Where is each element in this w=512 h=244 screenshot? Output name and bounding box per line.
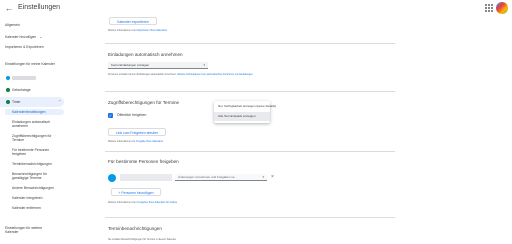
- sidebar-calendar-primary[interactable]: [0, 73, 64, 83]
- divider: [105, 91, 395, 92]
- access-note: Weitere Informationen zur Freigabe Ihres…: [108, 140, 163, 143]
- sidebar-sub-access-permissions[interactable]: Zugriffsberechtigungen für Termine: [12, 134, 64, 142]
- sidebar-sub-share-specific[interactable]: Für bestimmte Personen freigeben: [12, 148, 64, 156]
- back-arrow-icon[interactable]: ←: [4, 3, 14, 13]
- auto-accept-note-link[interactable]: Weitere Informationen zum automatischen …: [177, 73, 252, 76]
- sidebar-sub-auto-accept[interactable]: Einladungen automatisch annehmen: [12, 120, 64, 128]
- menu-item-free-busy[interactable]: Nur Verfügbarkeit anzeigen (keine Detail…: [214, 102, 276, 111]
- auto-accept-value: Keine Einladungen anzeigen: [111, 63, 150, 67]
- sidebar-item-import-export[interactable]: Importieren & Exportieren: [5, 45, 44, 49]
- calendar-name-redacted: [12, 76, 36, 80]
- share-permission-value: Änderungen vornehmen und Freigaben ve...: [178, 175, 237, 179]
- calendar-name: Timer: [12, 100, 21, 104]
- auto-accept-note-text: Personen einladen können Einladungen aut…: [108, 73, 177, 76]
- shared-person-redacted: [120, 174, 172, 181]
- share-note-text: Weitere Informationen zum: [108, 201, 137, 204]
- my-calendars-heading: Einstellungen für meine Kalender: [5, 62, 55, 66]
- avatar[interactable]: [496, 2, 508, 14]
- get-share-link-button[interactable]: Link zum Freigeben abrufen: [108, 128, 166, 136]
- auto-accept-heading: Einladungen automatisch annehmen: [108, 52, 183, 57]
- export-calendar-button[interactable]: Kalender exportieren: [109, 17, 157, 25]
- sidebar-calendar-timer[interactable]: Timer ⌃: [0, 97, 64, 107]
- calendar-color-dot: [6, 100, 10, 104]
- sidebar-sub-allday-notifications[interactable]: Benachrichtigungen für ganztägige Termin…: [12, 172, 64, 180]
- divider: [105, 217, 395, 218]
- sidebar-sub-calendar-settings[interactable]: Kalendereinstellungen: [5, 109, 64, 115]
- sidebar-sub-event-notifications[interactable]: Terminbenachrichtigungen: [12, 162, 64, 166]
- divider: [105, 43, 395, 44]
- sidebar-calendar-birthdays[interactable]: Geburtstage: [0, 85, 64, 95]
- chevron-down-icon[interactable]: ⌄: [39, 35, 42, 39]
- public-label: Öffentlich freigeben: [117, 113, 147, 117]
- auto-accept-select[interactable]: Keine Einladungen anzeigen ▾: [108, 62, 208, 69]
- share-note-link[interactable]: Freigeben Ihres Kalenders für andere: [137, 201, 177, 204]
- share-permission-select[interactable]: Änderungen vornehmen und Freigaben ve...…: [175, 174, 267, 181]
- export-note: Weitere Informationen zum Exportieren Ih…: [108, 29, 167, 32]
- export-note-text: Weitere Informationen zum: [108, 29, 137, 32]
- notifications-note: Sie erhalten Benachrichtigungen für Term…: [108, 238, 177, 241]
- sidebar: Allgemein Kalender hinzufügen ⌄ Importie…: [0, 16, 64, 244]
- settings-main: Kalender exportieren Weitere Information…: [105, 16, 395, 244]
- access-level-menu: Nur Verfügbarkeit anzeigen (keine Detail…: [214, 101, 276, 123]
- calendar-color-dot: [6, 76, 10, 80]
- sidebar-sub-remove[interactable]: Kalender entfernen: [12, 206, 64, 210]
- share-heading: Für bestimmte Personen freigeben: [108, 159, 179, 164]
- top-bar: ← Einstellungen: [0, 0, 512, 16]
- menu-item-all-details[interactable]: Alle Termindetails anzeigen: [214, 112, 270, 121]
- divider: [105, 151, 395, 152]
- apps-grid-icon[interactable]: [485, 4, 493, 12]
- export-note-link[interactable]: Exportieren Ihres Kalenders: [137, 29, 167, 32]
- calendar-name: Geburtstage: [12, 88, 31, 92]
- public-checkbox[interactable]: ✓: [108, 113, 113, 118]
- share-note: Weitere Informationen zum Freigeben Ihre…: [108, 201, 177, 204]
- access-note-link[interactable]: Freigabe Ihres Kalenders: [136, 140, 163, 143]
- add-people-button[interactable]: + Personen hinzufügen: [111, 188, 161, 196]
- auto-accept-note: Personen einladen können Einladungen aut…: [108, 73, 253, 76]
- shared-person-avatar: [108, 174, 116, 182]
- dropdown-arrow-icon: ▾: [262, 175, 264, 179]
- chevron-up-icon[interactable]: ⌃: [58, 100, 61, 104]
- sidebar-item-add-calendar[interactable]: Kalender hinzufügen: [5, 35, 36, 39]
- close-icon[interactable]: ×: [271, 174, 274, 181]
- calendar-color-dot: [6, 88, 10, 92]
- sidebar-sub-integrate[interactable]: Kalender integrieren: [12, 196, 64, 200]
- access-note-text: Weitere Informationen zur: [108, 140, 136, 143]
- sidebar-sub-other-notifications[interactable]: Andere Benachrichtigungen: [12, 186, 64, 190]
- page-title: Einstellungen: [18, 4, 61, 11]
- access-heading: Zugriffsberechtigungen für Termine: [108, 100, 180, 105]
- other-calendars-heading: Einstellungen für weitere Kalender: [5, 226, 43, 234]
- notifications-heading: Terminbenachrichtigungen: [108, 226, 162, 231]
- sidebar-item-general[interactable]: Allgemein: [5, 23, 20, 27]
- dropdown-arrow-icon: ▾: [203, 63, 205, 67]
